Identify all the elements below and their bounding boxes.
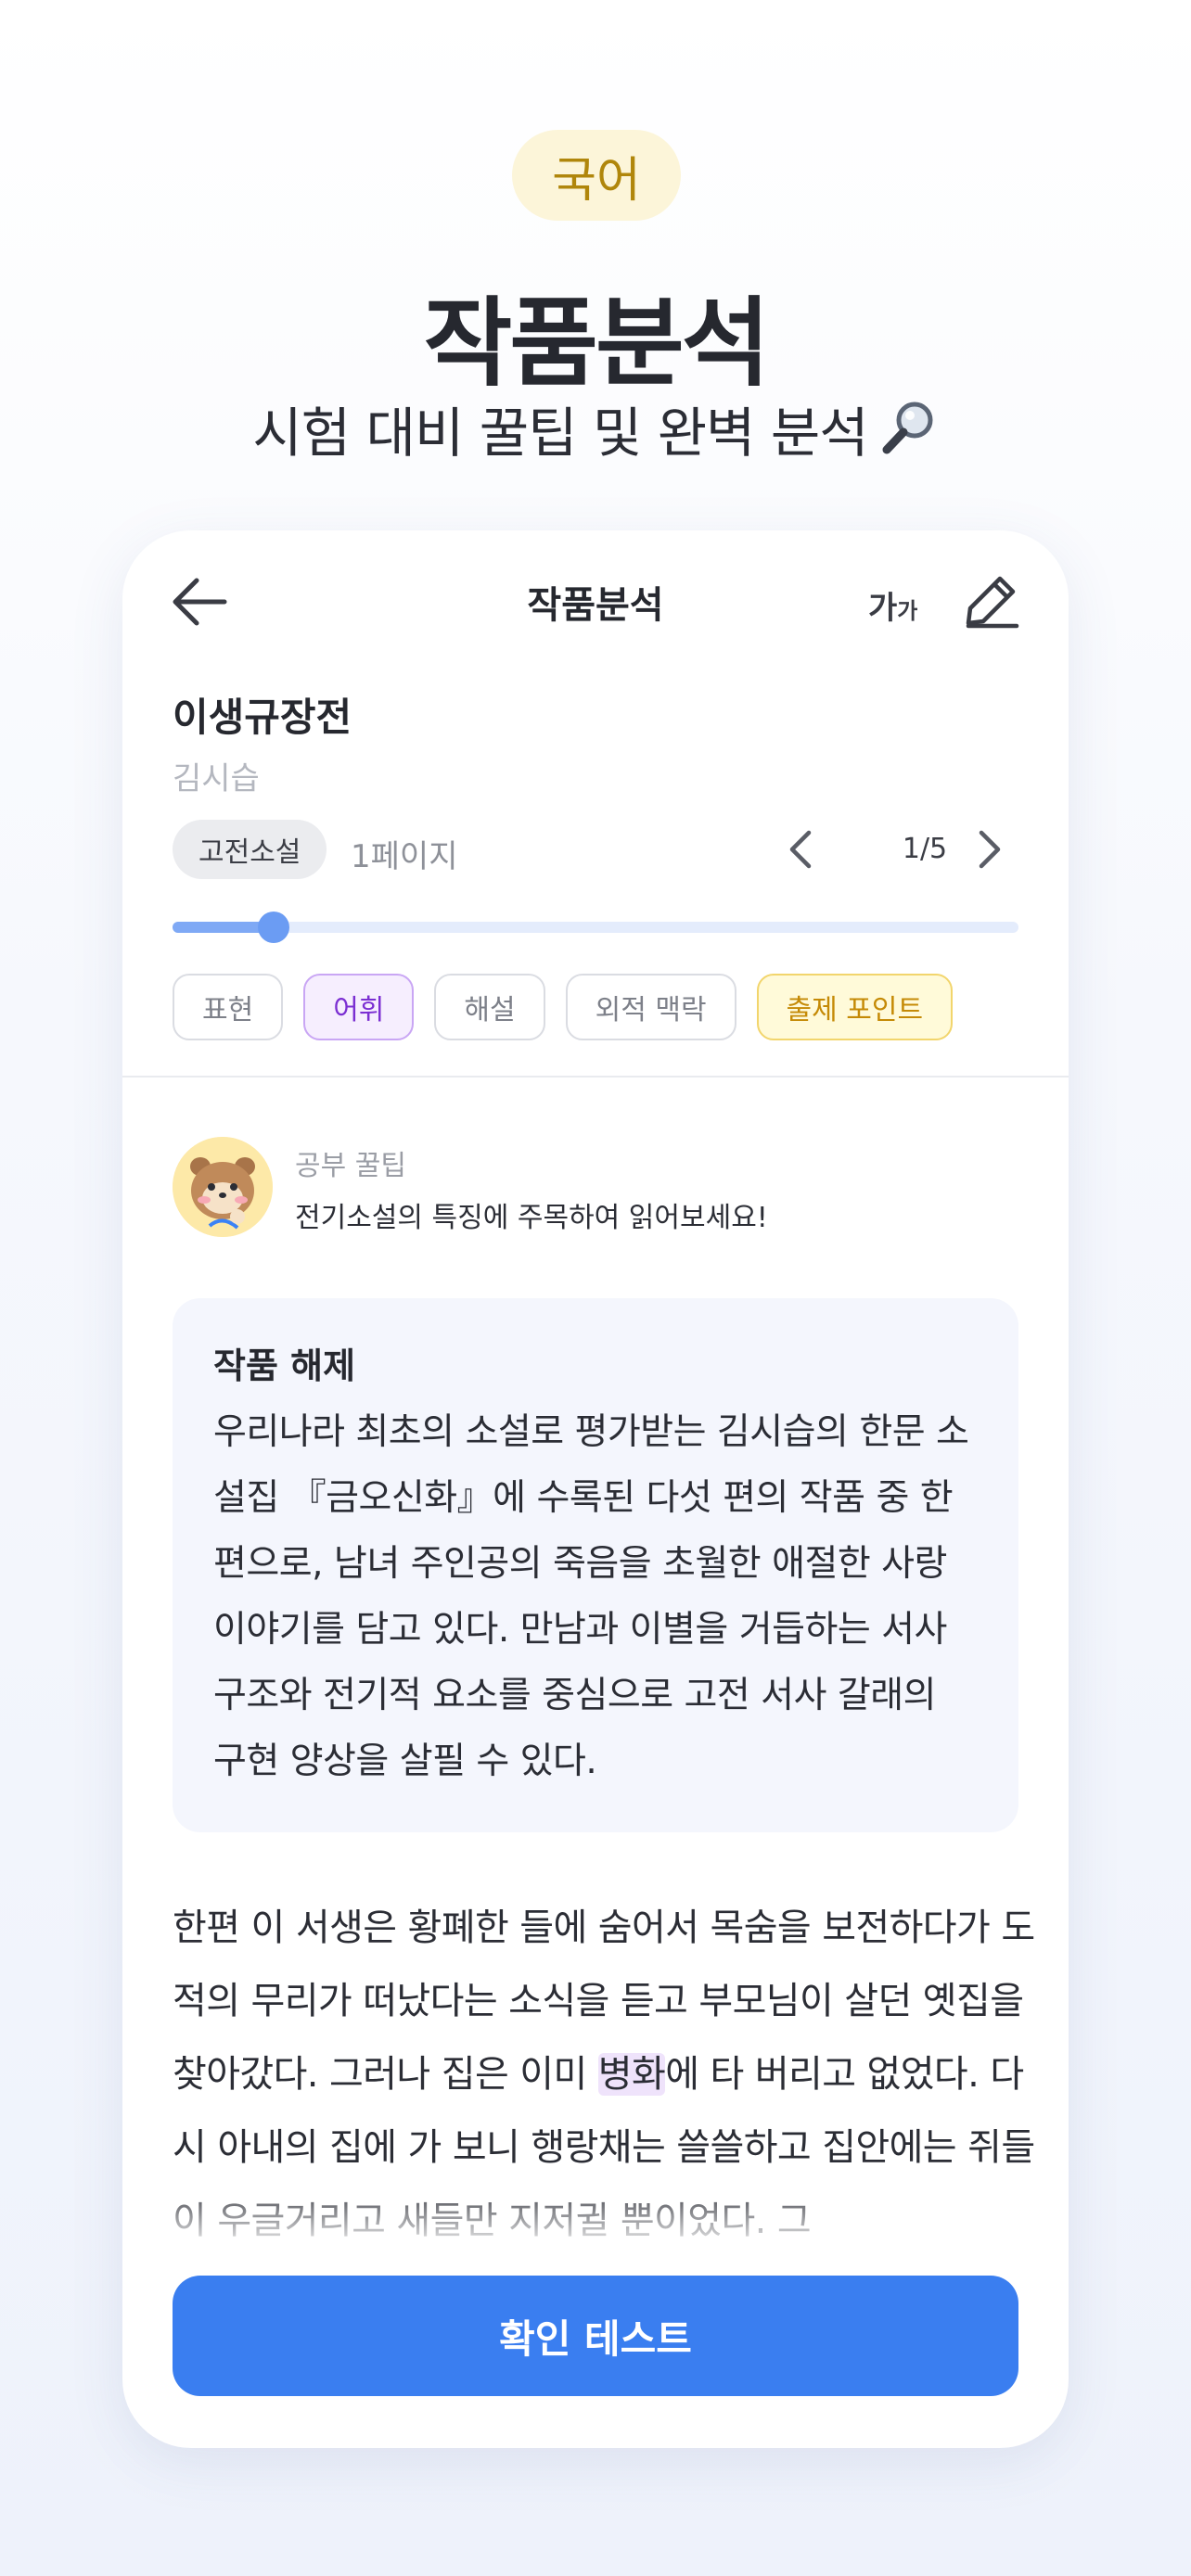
summary-heading: 작품 해제 [213,1345,356,1386]
tip-label: 공부 꿀팁 [295,1150,406,1182]
pencil-icon[interactable] [963,571,1020,629]
tab-expression[interactable]: 표현 [173,974,284,1040]
tab-context[interactable]: 외적 맥락 [565,974,736,1040]
reading-progress-slider[interactable] [173,912,1018,943]
subject-badge: 국어 [512,130,681,221]
vocab-highlight[interactable]: 병화 [597,2053,666,2096]
chevron-left-icon[interactable] [785,829,818,870]
chevron-right-icon[interactable] [972,829,1005,870]
work-title: 이생규장전 [173,695,352,740]
work-author: 김시습 [173,760,260,797]
slider-knob[interactable] [258,912,290,943]
nav-title: 작품분석 [527,584,664,627]
tip-text: 전기소설의 특징에 주목하여 읽어보세요! [295,1202,768,1234]
hero-subtitle: 시험 대비 꿀팁 및 완벽 분석 [0,389,1191,467]
divider [122,1076,1069,1078]
nav-bar: 작품분석 가가 [122,530,1069,670]
font-size-label-big: 가 [868,590,898,627]
hero-subtitle-text: 시험 대비 꿀팁 및 완벽 분석 [252,402,868,465]
page-label: 1페이지 [351,838,458,875]
page-counter: 1/5 [902,833,948,865]
genre-tag: 고전소설 [173,820,327,879]
confirm-test-button[interactable]: 확인 테스트 [173,2276,1018,2396]
font-size-icon[interactable]: 가가 [868,582,917,628]
tab-commentary[interactable]: 해설 [434,974,545,1040]
tab-vocabulary[interactable]: 어휘 [303,974,415,1040]
scroll-fade [122,2181,1069,2264]
mascot-avatar [173,1137,273,1237]
work-summary-card: 작품 해제 우리나라 최초의 소설로 평가받는 김시습의 한문 소설집 『금오신… [173,1298,1018,1832]
analysis-tabs: 표현 어휘 해설 외적 맥락 출제 포인트 [173,974,954,1040]
summary-body: 우리나라 최초의 소설로 평가받는 김시습의 한문 소설집 『금오신화』에 수록… [213,1411,969,1782]
app-screen: 작품분석 가가 이생규장전 김시습 고전소설 1페이지 1/5 표현 어휘 해설… [122,530,1069,2448]
hero-title: 작품분석 [423,287,771,400]
tab-exam-point[interactable]: 출제 포인트 [756,974,954,1040]
magnifier-icon [879,398,939,457]
font-size-label-small: 가 [897,598,918,624]
